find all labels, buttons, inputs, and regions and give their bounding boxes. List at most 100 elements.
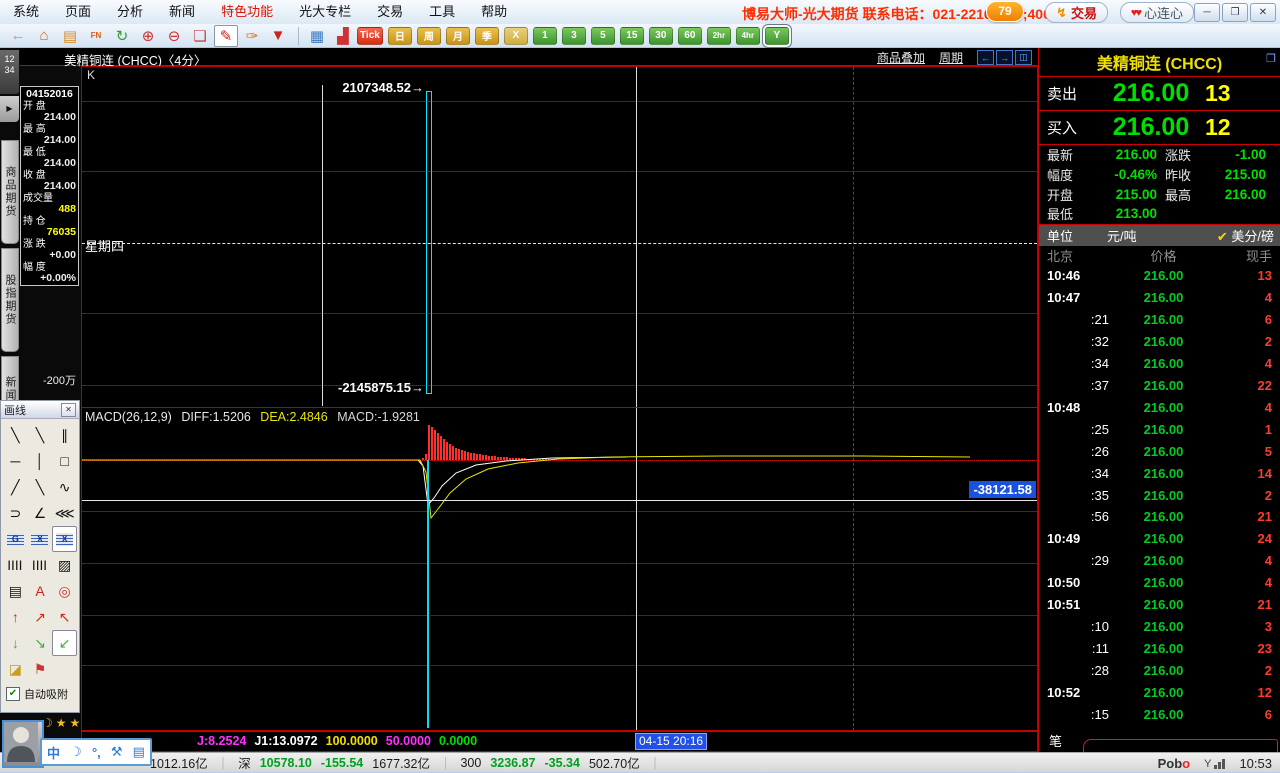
arrow-se-tool[interactable]: ↘ [28,630,53,656]
arc-tool[interactable]: ⊃ [3,500,28,526]
tick-row[interactable]: 10:49216.0024 [1039,528,1280,550]
menu-页面[interactable]: 页面 [52,0,104,24]
minimize-button[interactable]: ─ [1194,3,1220,22]
sidebar-tab-股指期货[interactable]: 股指期货 [1,248,19,352]
eraser-tool[interactable]: ◪ [3,656,28,682]
ime-wrench-icon[interactable]: ⚒ [111,744,123,760]
news-icon[interactable]: ▤ [58,25,82,47]
tick-row[interactable]: :11216.0023 [1039,637,1280,659]
arrow-ne-tool[interactable]: ↗ [28,604,53,630]
tick-row[interactable]: 10:51216.0021 [1039,594,1280,616]
period-日[interactable]: 日 [388,27,412,45]
trend-line-tool[interactable]: ╲ [3,422,28,448]
ime-lang-icon[interactable]: 中 [47,743,60,762]
text-tool[interactable]: A [28,578,53,604]
period-5[interactable]: 5 [591,27,615,45]
ray-tool[interactable]: ╱ [3,474,28,500]
vertical-grid-tool[interactable]: |||| [3,552,28,578]
zoom-out-icon[interactable]: ⊖ [162,25,186,47]
period-周[interactable]: 周 [417,27,441,45]
arrow-down-tool[interactable]: ↓ [3,630,28,656]
sidebar-tab-商品期货[interactable]: 商品期货 [1,140,19,244]
back-icon[interactable]: ← [6,25,30,47]
rectangle-tool[interactable]: □ [52,448,77,474]
trade-button[interactable]: ↯ 交易 [1045,2,1108,23]
tick-row[interactable]: :37216.0022 [1039,375,1280,397]
close-button[interactable]: ✕ [1250,3,1276,22]
checkbox-checked-icon[interactable]: ✔ [6,687,20,701]
period-X[interactable]: X [504,27,528,45]
segment-tool[interactable]: ╲ [28,422,53,448]
fan-lines-tool[interactable]: ∠ [28,500,53,526]
period-60[interactable]: 60 [678,27,702,45]
vertical-line-tool[interactable]: │ [28,448,53,474]
tick-row[interactable]: :32216.002 [1039,331,1280,353]
percent-lines-tool[interactable]: X [52,526,77,552]
menu-帮助[interactable]: 帮助 [468,0,520,24]
menu-工具[interactable]: 工具 [416,0,468,24]
channel-tool[interactable]: ▤ [3,578,28,604]
notification-badge[interactable]: 79 [986,1,1024,22]
period-季[interactable]: 季 [475,27,499,45]
prev-page-icon[interactable]: ← [977,50,994,65]
kline-chart-icon[interactable]: ▟ [331,25,355,47]
menu-新闻[interactable]: 新闻 [156,0,208,24]
heart-link-button[interactable]: ♥♥ 心连心 [1120,2,1194,23]
home-icon[interactable]: ⌂ [32,25,56,47]
pencil-icon[interactable]: ✎ [214,25,238,47]
slant-lines-tool[interactable]: ▨ [52,552,77,578]
tick-row[interactable]: :10216.003 [1039,616,1280,638]
tick-row[interactable]: :25216.001 [1039,418,1280,440]
paint-icon[interactable]: ✑ [240,25,264,47]
tick-row[interactable]: 10:52216.0012 [1039,681,1280,703]
tick-row[interactable]: :29216.004 [1039,550,1280,572]
horizontal-line-tool[interactable]: ─ [3,448,28,474]
period-link[interactable]: 周期 [939,49,963,66]
zoom-in-icon[interactable]: ⊕ [136,25,160,47]
auto-snap-row[interactable]: ✔ 自动吸附 [1,682,79,702]
period-2hr[interactable]: 2hr [707,27,731,45]
x-lines-tool[interactable]: X [28,526,53,552]
fn-icon[interactable]: FN [84,25,108,47]
quote-board-icon[interactable]: ▦ [305,25,329,47]
tick-list[interactable]: 10:46216.001310:47216.004:21216.006:3221… [1039,265,1280,725]
filter-icon[interactable]: ▼ [266,25,290,47]
unit-row[interactable]: 单位 元/吨 ✔ 美分/磅 [1039,225,1280,246]
corner-tab[interactable]: 1234 [0,50,19,94]
tick-row[interactable]: 10:48216.004 [1039,396,1280,418]
arrow-sw-tool[interactable]: ↙ [52,630,77,656]
tick-row[interactable]: :28216.002 [1039,659,1280,681]
flag-tool[interactable]: ⚑ [28,656,53,682]
unit-option[interactable]: ✔ 美分/磅 [1177,226,1280,245]
period-月[interactable]: 月 [446,27,470,45]
tick-row[interactable]: :56216.0021 [1039,506,1280,528]
menu-光大专栏[interactable]: 光大专栏 [286,0,364,24]
tick-row[interactable]: 10:46216.0013 [1039,265,1280,287]
arrow-segment-tool[interactable]: ╲ [28,474,53,500]
menu-特色功能[interactable]: 特色功能 [208,0,286,24]
draw-panel-titlebar[interactable]: 画线 ✕ [1,401,79,419]
tick-row[interactable]: :21216.006 [1039,309,1280,331]
tick-row[interactable]: :34216.004 [1039,353,1280,375]
overlay-link[interactable]: 商品叠加 [877,49,925,66]
period-15[interactable]: 15 [620,27,644,45]
next-page-icon[interactable]: → [996,50,1013,65]
ime-clipboard-icon[interactable]: ▤ [133,744,145,760]
cycle-lines-tool[interactable]: |||| [28,552,53,578]
golden-section-tool[interactable]: G [3,526,28,552]
refresh-icon[interactable]: ↻ [110,25,134,47]
main-kline-chart[interactable]: K 2107348.52→ -2145875.15→ 星期四 [81,66,1038,408]
macd-panel[interactable]: -38121.58 MACD(26,12,9) DIFF:1.5206 DEA:… [81,408,1038,731]
period-4hr[interactable]: 4hr [736,27,760,45]
tab-bi[interactable]: 笔 [1049,731,1062,750]
assistant-avatar[interactable] [2,720,44,768]
arrow-up-tool[interactable]: ↑ [3,604,28,630]
corner-arrow-tab[interactable]: ▶ [0,96,19,122]
ime-moon-icon[interactable]: ☽ [70,744,82,760]
parallel-lines-tool[interactable]: ∥ [52,422,77,448]
menu-分析[interactable]: 分析 [104,0,156,24]
overlay-icon[interactable]: ❏ [188,25,212,47]
period-30[interactable]: 30 [649,27,673,45]
tick-row[interactable]: :15216.006 [1039,703,1280,725]
wave-tool[interactable]: ∿ [52,474,77,500]
